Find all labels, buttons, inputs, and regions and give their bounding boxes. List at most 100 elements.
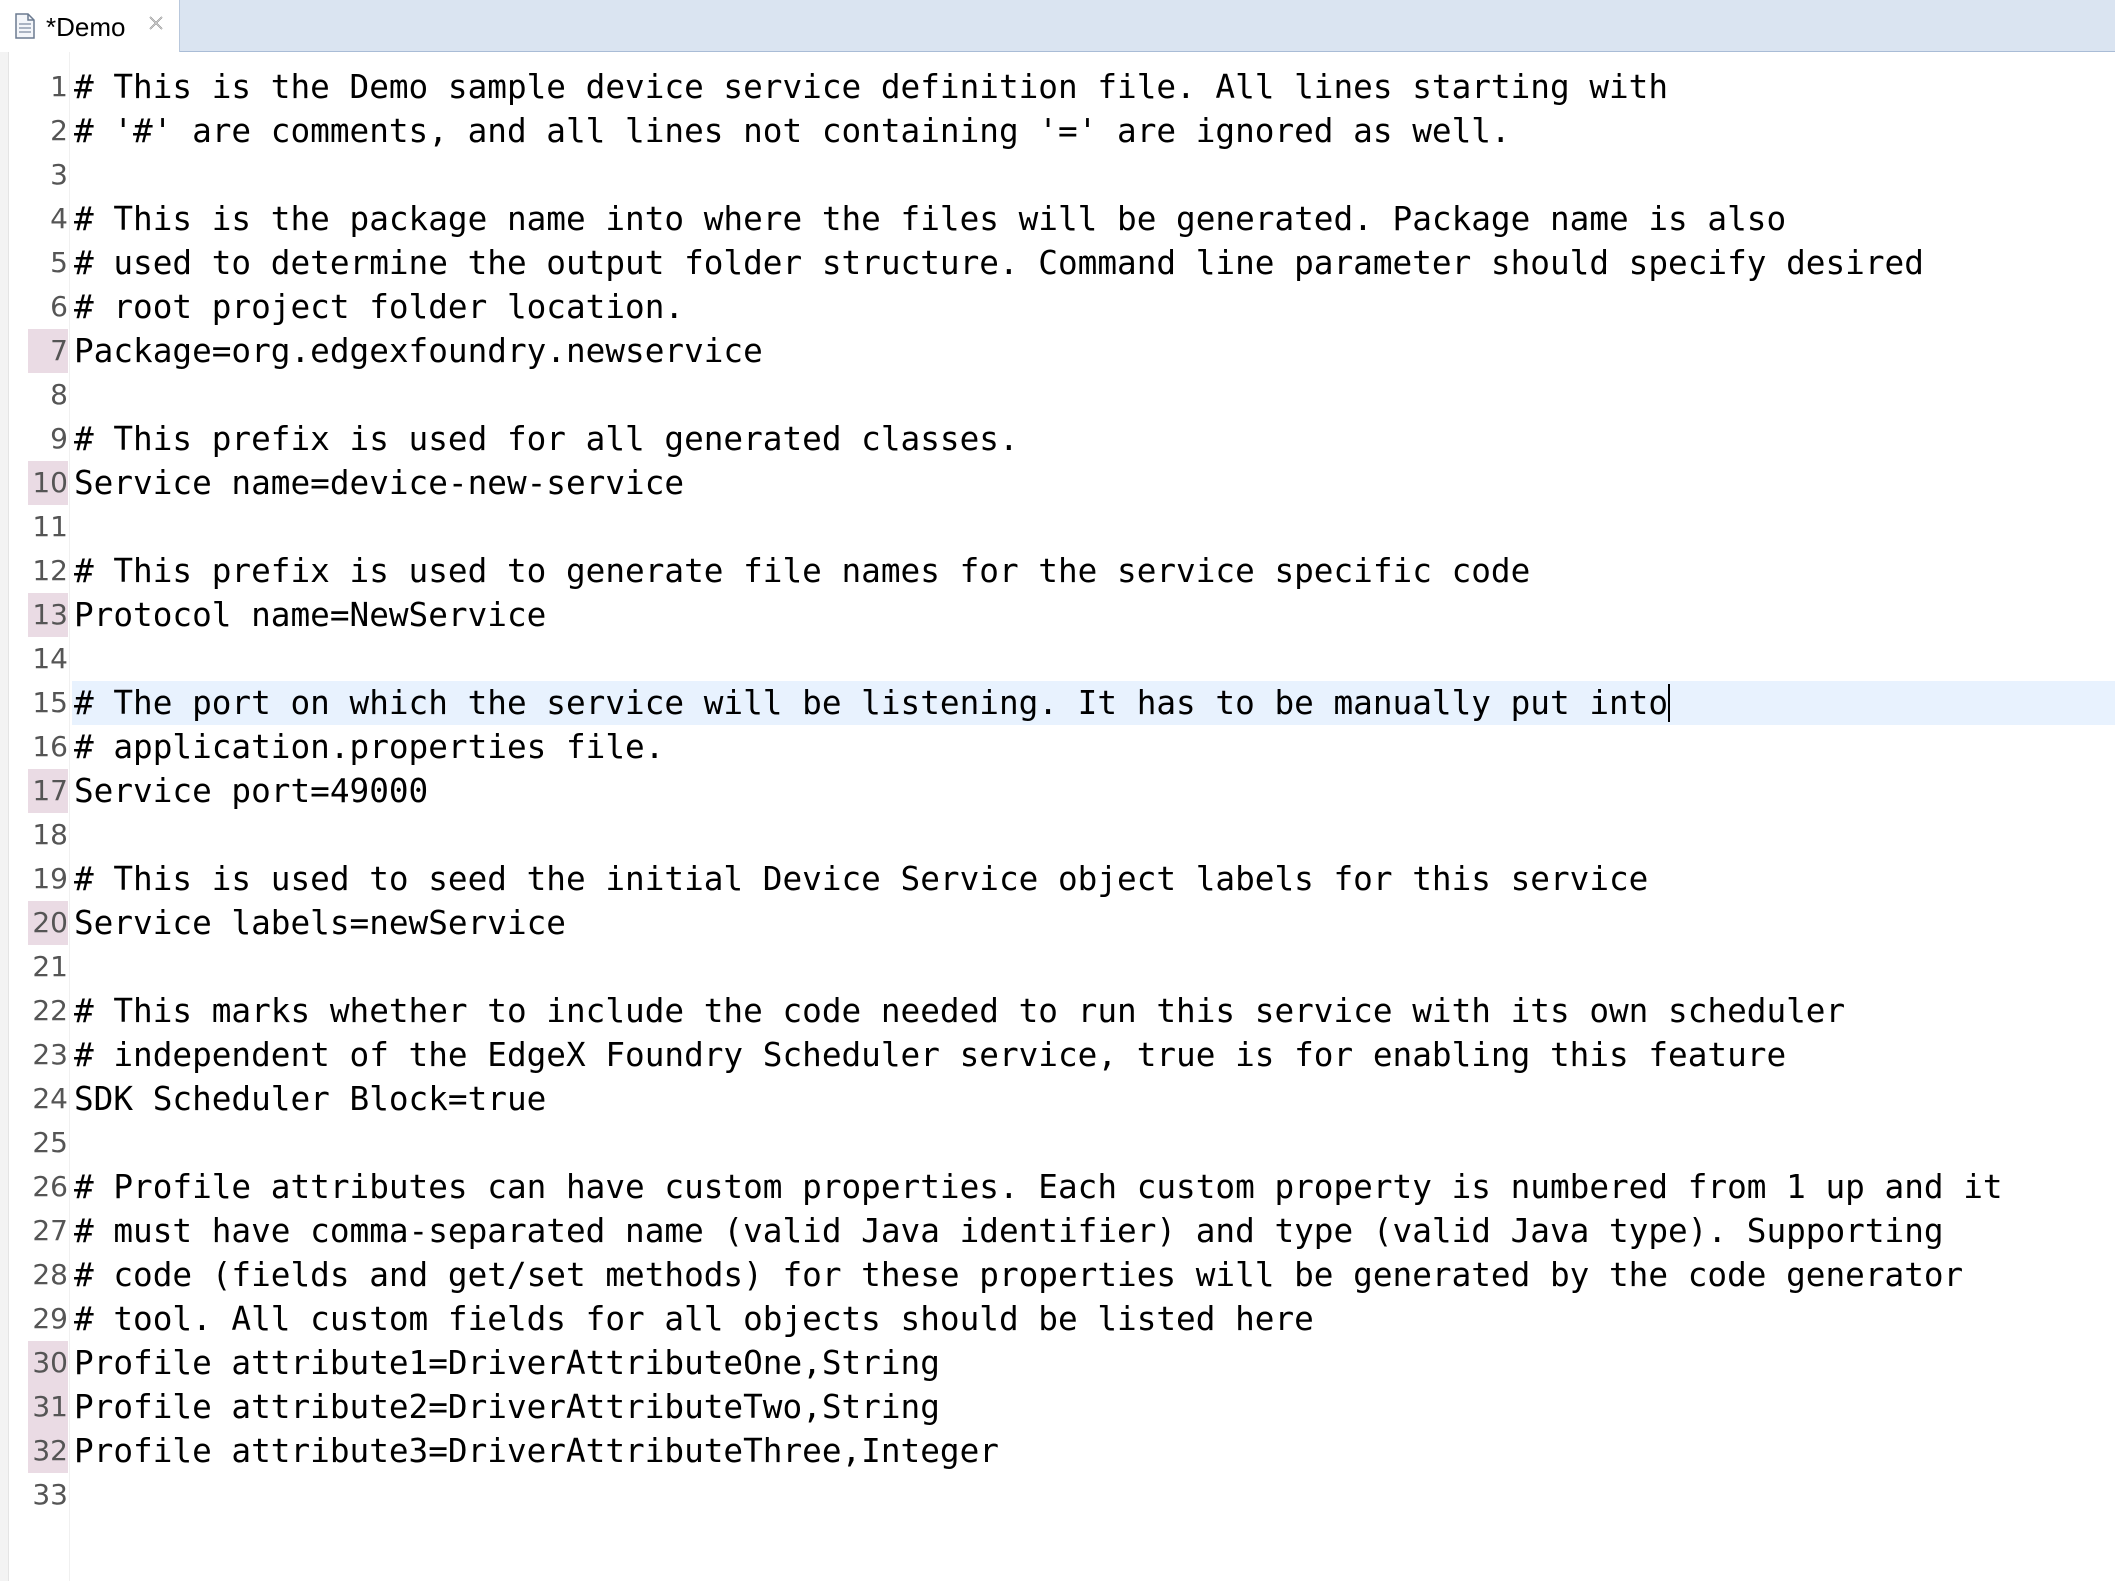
- editor-line[interactable]: 16 # application.properties file.: [0, 725, 2115, 769]
- code-text[interactable]: # must have comma-separated name (valid …: [74, 1209, 1944, 1253]
- close-icon[interactable]: [145, 12, 167, 34]
- editor-line[interactable]: 28 # code (fields and get/set methods) fo…: [0, 1253, 2115, 1297]
- editor-line[interactable]: 18: [0, 813, 2115, 857]
- editor-line[interactable]: 7 Package=org.edgexfoundry.newservice: [0, 329, 2115, 373]
- code-line-text: Service name=device-new-service: [74, 464, 685, 502]
- line-number: 21: [32, 950, 68, 983]
- editor-lines: 1 # This is the Demo sample device servic…: [0, 65, 2115, 1517]
- editor-line[interactable]: 32 Profile attribute3=DriverAttributeThre…: [0, 1429, 2115, 1473]
- line-number: 7: [28, 329, 68, 373]
- editor-line[interactable]: 11: [0, 505, 2115, 549]
- editor-line[interactable]: 14: [0, 637, 2115, 681]
- code-text[interactable]: Protocol name=NewService: [74, 593, 546, 637]
- editor-line[interactable]: 24 SDK Scheduler Block=true: [0, 1077, 2115, 1121]
- line-number: 33: [32, 1478, 68, 1511]
- editor-line[interactable]: 21: [0, 945, 2115, 989]
- line-number: 20: [28, 901, 68, 945]
- code-text[interactable]: # '#' are comments, and all lines not co…: [74, 109, 1511, 153]
- code-line-text: # This is the Demo sample device service…: [74, 68, 1669, 106]
- editor-line[interactable]: 25: [0, 1121, 2115, 1165]
- editor-line[interactable]: 33: [0, 1473, 2115, 1517]
- editor-line[interactable]: 26 # Profile attributes can have custom p…: [0, 1165, 2115, 1209]
- line-number: 24: [32, 1082, 68, 1115]
- editor-line[interactable]: 6 # root project folder location.: [0, 285, 2115, 329]
- editor-line[interactable]: 9 # This prefix is used for all generated…: [0, 417, 2115, 461]
- editor-line[interactable]: 12 # This prefix is used to generate file…: [0, 549, 2115, 593]
- code-text[interactable]: Profile attribute1=DriverAttributeOne,St…: [74, 1341, 940, 1385]
- code-line-text: # This marks whether to include the code…: [74, 992, 1846, 1030]
- code-text[interactable]: # code (fields and get/set methods) for …: [74, 1253, 1963, 1297]
- line-number: 28: [32, 1258, 68, 1291]
- code-line-text: # must have comma-separated name (valid …: [74, 1212, 1944, 1250]
- code-text[interactable]: Service labels=newService: [74, 901, 566, 945]
- code-text[interactable]: # Profile attributes can have custom pro…: [74, 1165, 2003, 1209]
- code-line-text: # This is the package name into where th…: [74, 200, 1787, 238]
- line-number: 23: [32, 1038, 68, 1071]
- editor-tab-bar: *Demo: [0, 0, 2115, 52]
- code-text[interactable]: SDK Scheduler Block=true: [74, 1077, 546, 1121]
- line-number: 12: [32, 554, 68, 587]
- code-text[interactable]: # application.properties file.: [74, 725, 664, 769]
- code-text[interactable]: Service name=device-new-service: [74, 461, 684, 505]
- code-text[interactable]: Service port=49000: [74, 769, 428, 813]
- code-text[interactable]: # This is the package name into where th…: [74, 197, 1786, 241]
- text-caret: [1668, 684, 1671, 722]
- code-line-text: # independent of the EdgeX Foundry Sched…: [74, 1036, 1787, 1074]
- editor-line[interactable]: 15 # The port on which the service will b…: [0, 681, 2115, 725]
- editor-line[interactable]: 17 Service port=49000: [0, 769, 2115, 813]
- code-editor[interactable]: 1 # This is the Demo sample device servic…: [0, 52, 2115, 1581]
- line-number: 31: [28, 1385, 68, 1429]
- tab-demo[interactable]: *Demo: [0, 0, 180, 52]
- code-text[interactable]: Profile attribute3=DriverAttributeThree,…: [74, 1429, 999, 1473]
- code-line-text: # This prefix is used to generate file n…: [74, 552, 1531, 590]
- line-number: 18: [32, 818, 68, 851]
- code-text[interactable]: # independent of the EdgeX Foundry Sched…: [74, 1033, 1786, 1077]
- editor-line[interactable]: 27 # must have comma-separated name (vali…: [0, 1209, 2115, 1253]
- line-number: 15: [32, 686, 68, 719]
- code-line-text: # '#' are comments, and all lines not co…: [74, 112, 1511, 150]
- editor-line[interactable]: 4 # This is the package name into where t…: [0, 197, 2115, 241]
- code-line-text: Package=org.edgexfoundry.newservice: [74, 332, 763, 370]
- editor-line[interactable]: 23 # independent of the EdgeX Foundry Sch…: [0, 1033, 2115, 1077]
- editor-line[interactable]: 2 # '#' are comments, and all lines not c…: [0, 109, 2115, 153]
- line-number: 22: [32, 994, 68, 1027]
- editor-line[interactable]: 3: [0, 153, 2115, 197]
- line-number: 4: [50, 202, 68, 235]
- code-text[interactable]: # This is the Demo sample device service…: [74, 65, 1668, 109]
- editor-line[interactable]: 10 Service name=device-new-service: [0, 461, 2115, 505]
- line-number: 2: [50, 114, 68, 147]
- editor-line[interactable]: 20 Service labels=newService: [0, 901, 2115, 945]
- code-line-text: Profile attribute3=DriverAttributeThree,…: [74, 1432, 999, 1470]
- line-number: 8: [50, 378, 68, 411]
- code-text[interactable]: # This prefix is used to generate file n…: [74, 549, 1530, 593]
- editor-line[interactable]: 29 # tool. All custom fields for all obje…: [0, 1297, 2115, 1341]
- line-number: 14: [32, 642, 68, 675]
- editor-line[interactable]: 30 Profile attribute1=DriverAttributeOne,…: [0, 1341, 2115, 1385]
- code-text[interactable]: # tool. All custom fields for all object…: [74, 1297, 1314, 1341]
- code-text[interactable]: # This is used to seed the initial Devic…: [74, 857, 1648, 901]
- editor-line[interactable]: 13 Protocol name=NewService: [0, 593, 2115, 637]
- code-text[interactable]: # The port on which the service will be …: [74, 681, 1671, 725]
- code-text[interactable]: Profile attribute2=DriverAttributeTwo,St…: [74, 1385, 940, 1429]
- code-text[interactable]: Package=org.edgexfoundry.newservice: [74, 329, 763, 373]
- code-text[interactable]: # This prefix is used for all generated …: [74, 417, 1019, 461]
- editor-line[interactable]: 5 # used to determine the output folder s…: [0, 241, 2115, 285]
- editor-line[interactable]: 19 # This is used to seed the initial Dev…: [0, 857, 2115, 901]
- line-number: 9: [50, 422, 68, 455]
- line-number: 27: [32, 1214, 68, 1247]
- line-number: 17: [28, 769, 68, 813]
- editor-line[interactable]: 1 # This is the Demo sample device servic…: [0, 65, 2115, 109]
- line-number: 16: [32, 730, 68, 763]
- line-number: 19: [32, 862, 68, 895]
- code-text[interactable]: # root project folder location.: [74, 285, 684, 329]
- editor-line[interactable]: 8: [0, 373, 2115, 417]
- editor-line[interactable]: 22 # This marks whether to include the co…: [0, 989, 2115, 1033]
- line-number: 13: [28, 593, 68, 637]
- code-text[interactable]: # used to determine the output folder st…: [74, 241, 1924, 285]
- editor-line[interactable]: 31 Profile attribute2=DriverAttributeTwo,…: [0, 1385, 2115, 1429]
- line-number: 11: [32, 510, 68, 543]
- code-line-text: Profile attribute2=DriverAttributeTwo,St…: [74, 1388, 940, 1426]
- text-file-icon: [15, 13, 35, 39]
- code-line-text: # Profile attributes can have custom pro…: [74, 1168, 2003, 1206]
- code-text[interactable]: # This marks whether to include the code…: [74, 989, 1845, 1033]
